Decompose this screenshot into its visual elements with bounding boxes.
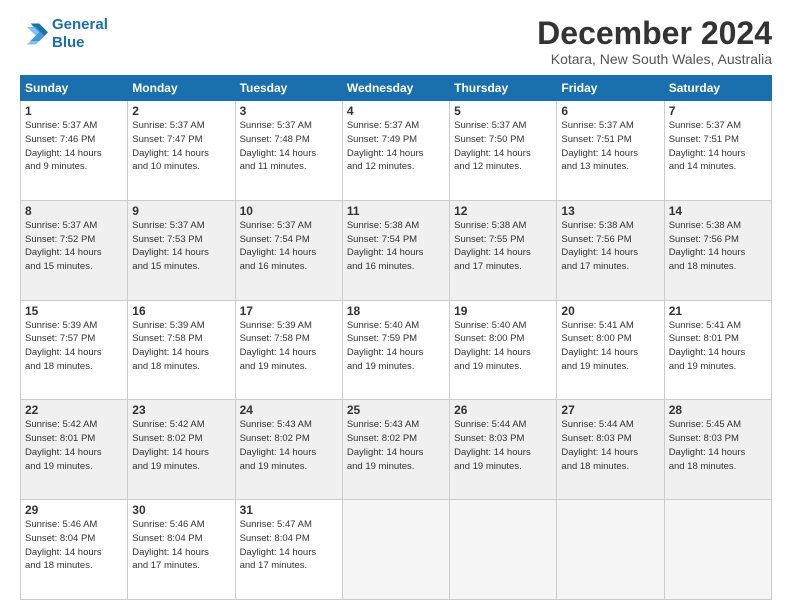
page-subtitle: Kotara, New South Wales, Australia: [537, 51, 772, 67]
page-title: December 2024: [537, 16, 772, 51]
calendar-week-1: 1Sunrise: 5:37 AMSunset: 7:46 PMDaylight…: [21, 101, 772, 201]
table-row: 11Sunrise: 5:38 AMSunset: 7:54 PMDayligh…: [342, 200, 449, 300]
table-row: [664, 500, 771, 600]
calendar-header-row: Sunday Monday Tuesday Wednesday Thursday…: [21, 76, 772, 101]
logo-icon: [20, 20, 48, 48]
table-row: 31Sunrise: 5:47 AMSunset: 8:04 PMDayligh…: [235, 500, 342, 600]
col-thursday: Thursday: [450, 76, 557, 101]
table-row: 20Sunrise: 5:41 AMSunset: 8:00 PMDayligh…: [557, 300, 664, 400]
table-row: [342, 500, 449, 600]
table-row: 24Sunrise: 5:43 AMSunset: 8:02 PMDayligh…: [235, 400, 342, 500]
table-row: 25Sunrise: 5:43 AMSunset: 8:02 PMDayligh…: [342, 400, 449, 500]
table-row: 3Sunrise: 5:37 AMSunset: 7:48 PMDaylight…: [235, 101, 342, 201]
col-friday: Friday: [557, 76, 664, 101]
col-wednesday: Wednesday: [342, 76, 449, 101]
calendar-table: Sunday Monday Tuesday Wednesday Thursday…: [20, 75, 772, 600]
logo: General Blue: [20, 16, 108, 52]
table-row: 23Sunrise: 5:42 AMSunset: 8:02 PMDayligh…: [128, 400, 235, 500]
table-row: [557, 500, 664, 600]
header: General Blue December 2024 Kotara, New S…: [20, 16, 772, 67]
table-row: 22Sunrise: 5:42 AMSunset: 8:01 PMDayligh…: [21, 400, 128, 500]
calendar-week-4: 22Sunrise: 5:42 AMSunset: 8:01 PMDayligh…: [21, 400, 772, 500]
table-row: 7Sunrise: 5:37 AMSunset: 7:51 PMDaylight…: [664, 101, 771, 201]
table-row: 13Sunrise: 5:38 AMSunset: 7:56 PMDayligh…: [557, 200, 664, 300]
table-row: 29Sunrise: 5:46 AMSunset: 8:04 PMDayligh…: [21, 500, 128, 600]
table-row: 15Sunrise: 5:39 AMSunset: 7:57 PMDayligh…: [21, 300, 128, 400]
page: General Blue December 2024 Kotara, New S…: [0, 0, 792, 612]
calendar-week-5: 29Sunrise: 5:46 AMSunset: 8:04 PMDayligh…: [21, 500, 772, 600]
table-row: [450, 500, 557, 600]
logo-text: General Blue: [52, 16, 108, 52]
calendar-week-3: 15Sunrise: 5:39 AMSunset: 7:57 PMDayligh…: [21, 300, 772, 400]
table-row: 28Sunrise: 5:45 AMSunset: 8:03 PMDayligh…: [664, 400, 771, 500]
table-row: 8Sunrise: 5:37 AMSunset: 7:52 PMDaylight…: [21, 200, 128, 300]
col-sunday: Sunday: [21, 76, 128, 101]
table-row: 12Sunrise: 5:38 AMSunset: 7:55 PMDayligh…: [450, 200, 557, 300]
table-row: 10Sunrise: 5:37 AMSunset: 7:54 PMDayligh…: [235, 200, 342, 300]
table-row: 6Sunrise: 5:37 AMSunset: 7:51 PMDaylight…: [557, 101, 664, 201]
table-row: 14Sunrise: 5:38 AMSunset: 7:56 PMDayligh…: [664, 200, 771, 300]
table-row: 9Sunrise: 5:37 AMSunset: 7:53 PMDaylight…: [128, 200, 235, 300]
col-saturday: Saturday: [664, 76, 771, 101]
table-row: 1Sunrise: 5:37 AMSunset: 7:46 PMDaylight…: [21, 101, 128, 201]
title-block: December 2024 Kotara, New South Wales, A…: [537, 16, 772, 67]
calendar-week-2: 8Sunrise: 5:37 AMSunset: 7:52 PMDaylight…: [21, 200, 772, 300]
table-row: 16Sunrise: 5:39 AMSunset: 7:58 PMDayligh…: [128, 300, 235, 400]
table-row: 27Sunrise: 5:44 AMSunset: 8:03 PMDayligh…: [557, 400, 664, 500]
col-tuesday: Tuesday: [235, 76, 342, 101]
table-row: 19Sunrise: 5:40 AMSunset: 8:00 PMDayligh…: [450, 300, 557, 400]
table-row: 21Sunrise: 5:41 AMSunset: 8:01 PMDayligh…: [664, 300, 771, 400]
table-row: 5Sunrise: 5:37 AMSunset: 7:50 PMDaylight…: [450, 101, 557, 201]
table-row: 30Sunrise: 5:46 AMSunset: 8:04 PMDayligh…: [128, 500, 235, 600]
table-row: 2Sunrise: 5:37 AMSunset: 7:47 PMDaylight…: [128, 101, 235, 201]
col-monday: Monday: [128, 76, 235, 101]
table-row: 18Sunrise: 5:40 AMSunset: 7:59 PMDayligh…: [342, 300, 449, 400]
table-row: 17Sunrise: 5:39 AMSunset: 7:58 PMDayligh…: [235, 300, 342, 400]
table-row: 4Sunrise: 5:37 AMSunset: 7:49 PMDaylight…: [342, 101, 449, 201]
table-row: 26Sunrise: 5:44 AMSunset: 8:03 PMDayligh…: [450, 400, 557, 500]
